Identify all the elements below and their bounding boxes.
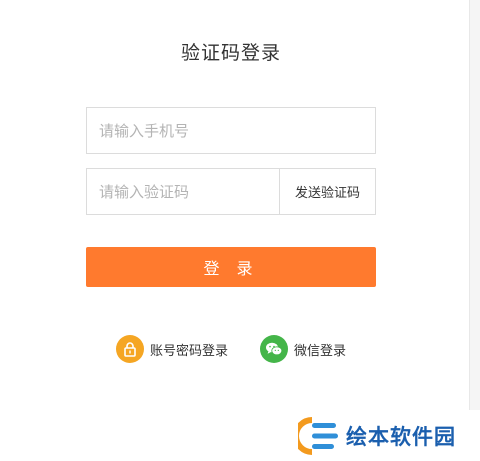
- code-field-container: 发送验证码: [86, 168, 376, 215]
- panel-shade: [470, 0, 480, 420]
- watermark-text: 绘本软件园: [346, 424, 456, 449]
- password-login-link[interactable]: 账号密码登录: [116, 334, 228, 364]
- lock-icon: [116, 335, 144, 363]
- phone-input[interactable]: [87, 108, 375, 153]
- verification-code-input[interactable]: [87, 169, 280, 214]
- password-login-label: 账号密码登录: [150, 343, 229, 359]
- send-code-button[interactable]: 发送验证码: [279, 169, 375, 214]
- watermark-logo-icon: [298, 416, 338, 455]
- watermark: 绘本软件园: [296, 410, 480, 461]
- login-page: 验证码登录 发送验证码 登 录 账号密码登录: [0, 0, 480, 461]
- wechat-login-link[interactable]: 微信登录: [260, 334, 346, 364]
- page-title: 验证码登录: [180, 42, 281, 64]
- wechat-login-label: 微信登录: [294, 343, 347, 359]
- wechat-icon: [260, 335, 288, 363]
- phone-field-container: [86, 107, 376, 154]
- login-button[interactable]: 登 录: [86, 247, 376, 287]
